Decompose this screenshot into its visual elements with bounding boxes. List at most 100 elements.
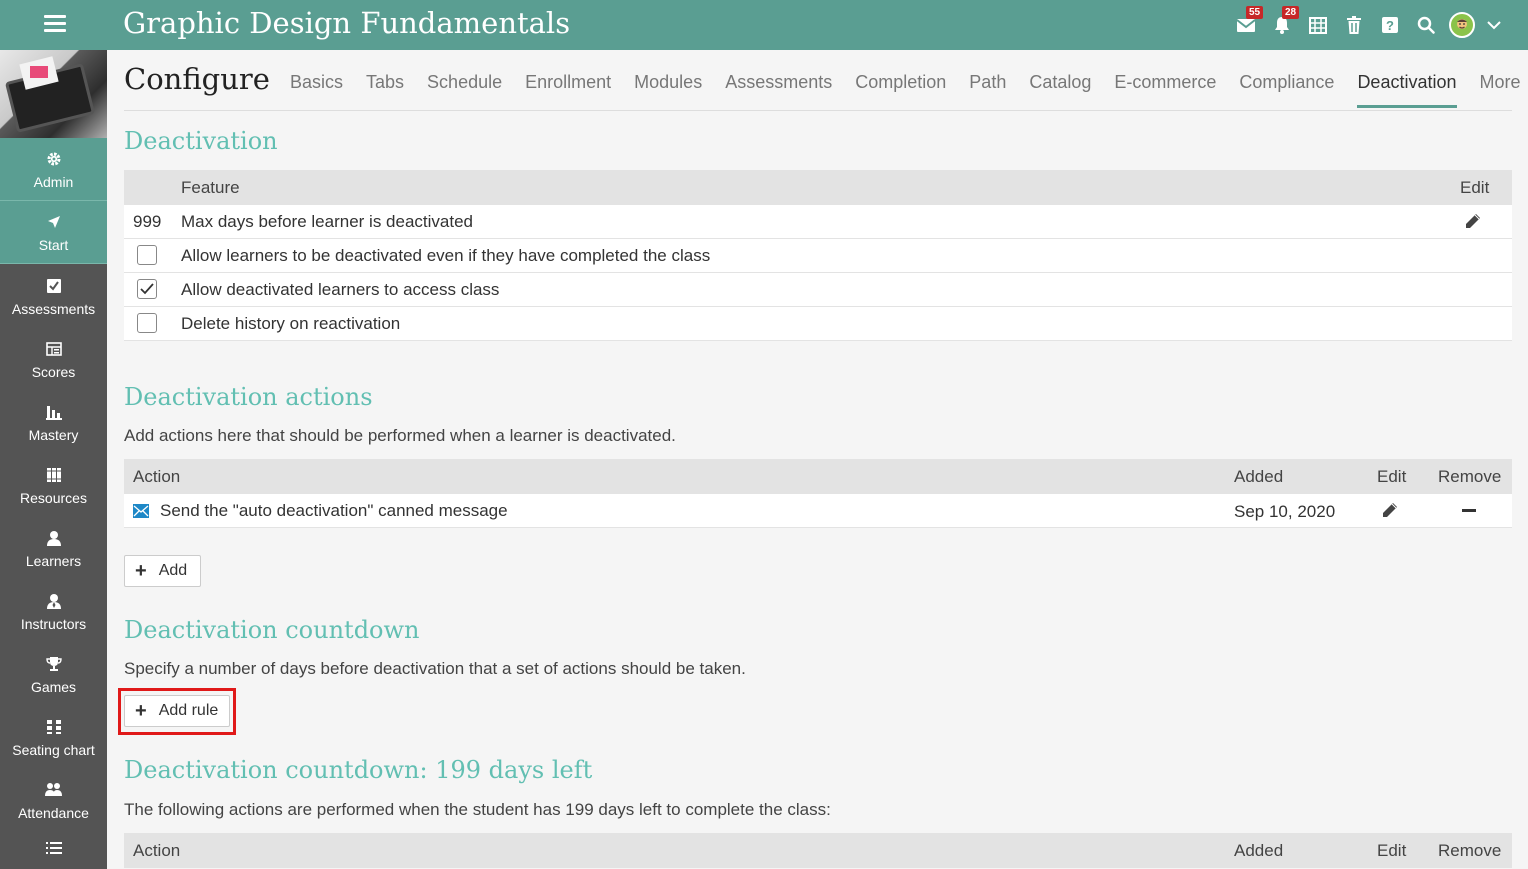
- gear-icon: [46, 148, 62, 170]
- actions-heading: Deactivation actions: [124, 383, 373, 411]
- pencil-icon[interactable]: [1382, 502, 1398, 523]
- sidebar-item-label: Scores: [31, 363, 76, 380]
- tabs-divider: [124, 110, 1512, 111]
- tab-basics[interactable]: Basics: [290, 72, 343, 108]
- envelope-icon: [133, 503, 149, 523]
- attendance-icon: [44, 779, 63, 801]
- tab-more[interactable]: More: [1480, 72, 1521, 108]
- arrow-icon: [46, 211, 62, 233]
- bell-icon[interactable]: 28: [1264, 0, 1300, 50]
- checkbox-delete-history[interactable]: [137, 313, 157, 333]
- minus-icon[interactable]: [1462, 509, 1476, 512]
- help-icon[interactable]: ?: [1372, 0, 1408, 50]
- sidebar-item-assessments[interactable]: Assessments: [0, 264, 107, 327]
- sidebar-item-label: Admin: [33, 174, 74, 190]
- plus-icon: +: [135, 560, 147, 582]
- mail-badge: 55: [1246, 6, 1264, 19]
- option-label: Allow deactivated learners to access cla…: [181, 279, 500, 299]
- option-label: Delete history on reactivation: [181, 313, 401, 333]
- class-title: Graphic Design Fundamentals: [123, 6, 571, 40]
- sidebar-item-seating-chart[interactable]: Seating chart: [0, 705, 107, 768]
- column-header-added: Added: [1234, 840, 1284, 860]
- tab-deactivation[interactable]: Deactivation: [1357, 72, 1457, 108]
- sidebar-item-attendance[interactable]: Attendance: [0, 768, 107, 831]
- countdown-rule-description: The following actions are performed when…: [124, 800, 831, 819]
- sidebar-item-games[interactable]: Games: [0, 642, 107, 705]
- add-rule-button[interactable]: + Add rule: [124, 695, 230, 727]
- sidebar-item-label: Seating chart: [12, 741, 95, 758]
- tab-completion[interactable]: Completion: [855, 72, 946, 108]
- countdown-rule-heading: Deactivation countdown: 199 days left: [124, 756, 593, 784]
- seating-icon: [46, 716, 62, 738]
- tab-compliance[interactable]: Compliance: [1239, 72, 1334, 108]
- checkbox-allow-access-class[interactable]: [137, 279, 157, 299]
- sidebar-item-scores[interactable]: Scores: [0, 327, 107, 390]
- list-icon: [45, 837, 62, 859]
- column-header-remove: Remove: [1438, 466, 1502, 486]
- sidebar-item-label: Mastery: [28, 426, 79, 443]
- column-header-edit: Edit: [1377, 840, 1407, 860]
- tab-schedule[interactable]: Schedule: [427, 72, 502, 108]
- countdown-description: Specify a number of days before deactiva…: [124, 659, 746, 678]
- plus-icon: +: [135, 700, 147, 722]
- checkmark-icon: [140, 283, 154, 295]
- page-title: Configure: [124, 62, 270, 96]
- notifications-badge: 28: [1282, 6, 1300, 19]
- sidebar-item-resources[interactable]: Resources: [0, 453, 107, 516]
- table-row: Allow deactivated learners to access cla…: [124, 273, 1512, 307]
- avatar[interactable]: [1444, 0, 1480, 50]
- column-header-action: Action: [133, 840, 181, 860]
- table-header: Action Added Edit Remove: [124, 459, 1512, 494]
- mail-icon[interactable]: 55: [1228, 0, 1264, 50]
- table-header: Feature Edit: [124, 170, 1512, 205]
- tab-tabs[interactable]: Tabs: [366, 72, 404, 108]
- tab-modules[interactable]: Modules: [634, 72, 702, 108]
- column-header-feature: Feature: [181, 177, 240, 197]
- checkbox-allow-deactivate-completed[interactable]: [137, 245, 157, 265]
- column-header-action: Action: [133, 466, 181, 486]
- table-row: Send the "auto deactivation" canned mess…: [124, 494, 1512, 528]
- column-header-edit: Edit: [1460, 177, 1490, 197]
- sidebar-item-mastery[interactable]: Mastery: [0, 390, 107, 453]
- add-action-button[interactable]: + Add: [124, 555, 201, 587]
- tab-assessments[interactable]: Assessments: [725, 72, 832, 108]
- max-days-value: 999: [133, 211, 162, 231]
- column-header-edit: Edit: [1377, 466, 1407, 486]
- sidebar-item-start[interactable]: Start: [0, 201, 107, 264]
- pink-art: [30, 66, 48, 78]
- svg-text:?: ?: [1386, 18, 1394, 33]
- tab-path[interactable]: Path: [969, 72, 1006, 108]
- books-icon: [46, 464, 62, 486]
- add-action-label: Add: [158, 562, 188, 579]
- column-header-added: Added: [1234, 466, 1284, 486]
- sidebar-item-more[interactable]: [0, 831, 107, 869]
- calendar-icon[interactable]: [1300, 0, 1336, 50]
- tab-catalog[interactable]: Catalog: [1029, 72, 1091, 108]
- pencil-icon[interactable]: [1465, 213, 1481, 234]
- sidebar: Admin Start Assessments Scores Mastery R…: [0, 50, 107, 869]
- countdown-heading: Deactivation countdown: [124, 616, 420, 644]
- trash-icon[interactable]: [1336, 0, 1372, 50]
- sidebar-item-instructors[interactable]: Instructors: [0, 579, 107, 642]
- column-header-remove: Remove: [1438, 840, 1502, 860]
- trophy-icon: [45, 653, 62, 675]
- countdown-rule-table: Action Added Edit Remove: [124, 833, 1512, 868]
- top-bar: Graphic Design Fundamentals 55 28 ?: [0, 0, 1528, 50]
- search-icon[interactable]: [1408, 0, 1444, 50]
- hamburger-menu-icon[interactable]: [44, 15, 66, 33]
- sidebar-item-label: Resources: [20, 489, 87, 506]
- sidebar-item-admin[interactable]: Admin: [0, 138, 107, 201]
- class-thumbnail[interactable]: [0, 50, 107, 138]
- tab-ecommerce[interactable]: E-commerce: [1114, 72, 1216, 108]
- chevron-down-icon[interactable]: [1480, 0, 1508, 50]
- actions-description: Add actions here that should be performe…: [124, 426, 676, 445]
- tab-enrollment[interactable]: Enrollment: [525, 72, 611, 108]
- user-icon: [46, 527, 62, 549]
- sidebar-item-label: Assessments: [11, 300, 96, 317]
- table-row: Delete history on reactivation: [124, 307, 1512, 341]
- sidebar-item-learners[interactable]: Learners: [0, 516, 107, 579]
- sidebar-item-label: Start: [38, 237, 69, 253]
- sidebar-item-label: Instructors: [20, 615, 87, 632]
- bar-chart-icon: [45, 401, 62, 423]
- sidebar-item-label: Learners: [25, 552, 82, 569]
